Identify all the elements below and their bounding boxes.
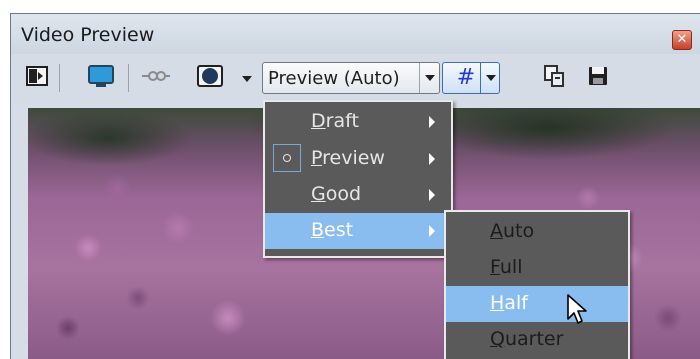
overlay-grid-icon: # <box>456 65 476 90</box>
menu-item-quarter[interactable]: Quarter <box>446 322 628 358</box>
chevron-down-icon[interactable] <box>419 63 440 93</box>
submenu-arrow-icon <box>429 116 435 128</box>
submenu-arrow-icon <box>429 225 435 237</box>
menu-item-preview[interactable]: Preview <box>265 141 451 177</box>
dropdown-arrow-icon[interactable] <box>237 64 253 88</box>
menu-item-label: Full <box>490 256 523 278</box>
menu-item-label: Half <box>490 292 528 314</box>
menu-item-good[interactable]: Good <box>265 177 451 213</box>
title-bar: Video Preview ✕ <box>11 14 700 54</box>
checked-indicator <box>273 144 301 172</box>
scope-icon[interactable] <box>141 64 171 88</box>
quality-combo-value: Preview (Auto) <box>268 68 400 89</box>
close-icon[interactable]: ✕ <box>672 30 692 50</box>
radio-dot-icon <box>283 154 291 162</box>
size-submenu: Auto Full Half Quarter <box>444 210 630 359</box>
menu-item-half[interactable]: Half <box>446 286 628 322</box>
split-screen-icon[interactable] <box>25 64 49 88</box>
chevron-down-icon[interactable] <box>480 63 500 93</box>
quality-menu: Draft Preview Good Best <box>263 100 453 258</box>
video-preview-window: Video Preview ✕ Preview (Auto) # Draft P… <box>10 13 700 359</box>
menu-item-best[interactable]: Best <box>265 213 451 249</box>
menu-item-label: Best <box>311 219 354 241</box>
copy-snapshot-icon[interactable] <box>542 64 566 88</box>
mouse-pointer-icon <box>567 294 587 324</box>
menu-item-label: Preview <box>311 147 385 169</box>
submenu-arrow-icon <box>429 189 435 201</box>
menu-item-label: Quarter <box>490 328 564 350</box>
toolbar-separator <box>59 64 60 92</box>
submenu-arrow-icon <box>429 153 435 165</box>
quality-combo[interactable]: Preview (Auto) <box>262 62 440 94</box>
overlay-grid-button[interactable]: # <box>442 62 500 94</box>
monitor-icon[interactable] <box>87 64 115 88</box>
menu-item-label: Good <box>311 183 362 205</box>
menu-item-draft[interactable]: Draft <box>265 104 451 140</box>
menu-item-label: Draft <box>311 110 359 132</box>
menu-item-label: Auto <box>490 220 535 242</box>
menu-item-full[interactable]: Full <box>446 250 628 286</box>
toolbar: Preview (Auto) # <box>11 54 700 104</box>
menu-item-auto[interactable]: Auto <box>446 214 628 250</box>
save-snapshot-icon[interactable] <box>586 64 610 88</box>
toolbar-separator <box>128 64 129 92</box>
overlay-icon[interactable] <box>196 64 224 88</box>
window-title: Video Preview <box>21 24 155 46</box>
